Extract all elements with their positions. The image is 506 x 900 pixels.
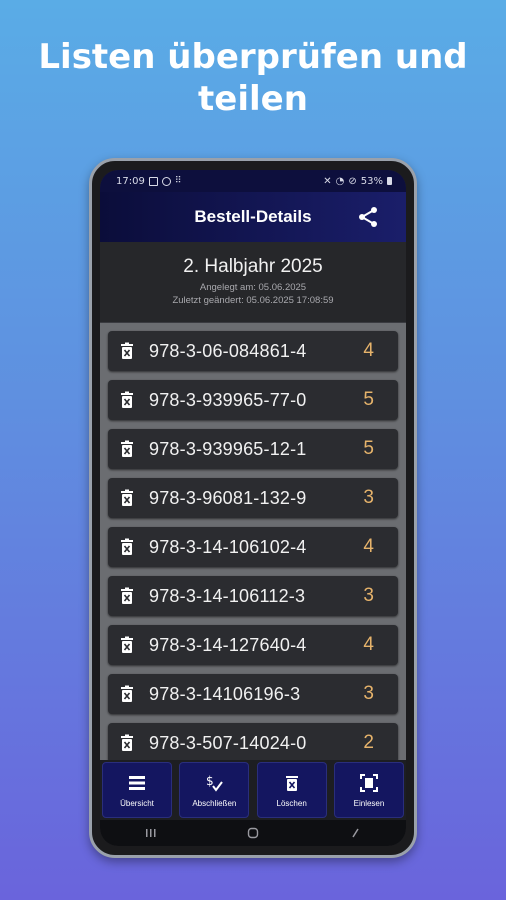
finish-button-label: Abschließen xyxy=(192,798,237,808)
finish-button[interactable]: $ Abschließen xyxy=(179,762,250,818)
promo-headline-line1: Listen überprüfen und xyxy=(38,37,468,77)
delete-button[interactable]: Löschen xyxy=(256,762,327,818)
item-isbn: 978-3-939965-12-1 xyxy=(149,438,307,459)
battery-icon xyxy=(387,177,392,185)
list-item[interactable]: 978-3-96081-132-9 3 xyxy=(108,478,398,518)
promo-headline-line2: teilen xyxy=(198,79,308,119)
order-created: Angelegt am: 05.06.2025 xyxy=(199,282,307,293)
notification-icon xyxy=(161,176,171,186)
delete-item-icon[interactable] xyxy=(118,636,136,654)
delete-button-label: Löschen xyxy=(276,798,307,808)
delete-item-icon[interactable] xyxy=(118,489,136,507)
back-icon[interactable] xyxy=(348,827,362,839)
overview-button[interactable]: Übersicht xyxy=(102,762,172,818)
recent-apps-icon[interactable] xyxy=(144,827,158,839)
order-title: 2. Halbjahr 2025 xyxy=(183,256,323,277)
delete-item-icon[interactable] xyxy=(118,538,136,556)
item-isbn: 978-3-14-106102-4 xyxy=(149,536,307,557)
alarm-icon: ⊘ xyxy=(348,175,357,187)
list-item[interactable]: 978-3-939965-12-1 5 xyxy=(108,429,398,469)
grid-icon: ⠿ xyxy=(174,176,182,186)
order-modified: Zuletzt geändert: 05.06.2025 17:08:59 xyxy=(172,295,334,306)
scan-button[interactable]: Einlesen xyxy=(333,762,404,818)
item-isbn: 978-3-507-14024-0 xyxy=(149,732,307,753)
status-bar: 17:09 ⠿ ✕ ◔ ⊘ 53% xyxy=(100,170,406,192)
app-bar-title: Bestell-Details xyxy=(194,207,312,226)
list-item[interactable]: 978-3-507-14024-0 2 xyxy=(108,723,398,763)
wifi-icon: ◔ xyxy=(335,175,345,187)
item-isbn: 978-3-14-106112-3 xyxy=(149,585,306,606)
item-quantity: 2 xyxy=(363,732,374,753)
item-quantity: 4 xyxy=(363,340,374,361)
app-screen: 17:09 ⠿ ✕ ◔ ⊘ 53% Bestell-Details 2. Hal… xyxy=(100,170,406,846)
item-isbn: 978-3-14-127640-4 xyxy=(149,634,307,655)
list-item[interactable]: 978-3-14106196-3 3 xyxy=(108,674,398,714)
list-item[interactable]: 978-3-14-106112-3 3 xyxy=(108,576,398,616)
item-quantity: 3 xyxy=(363,683,374,704)
battery-level: 53% xyxy=(360,175,383,187)
delete-item-icon[interactable] xyxy=(118,734,136,752)
svg-text:$: $ xyxy=(206,774,214,788)
item-isbn: 978-3-06-084861-4 xyxy=(149,340,307,361)
phone-frame: 17:09 ⠿ ✕ ◔ ⊘ 53% Bestell-Details 2. Hal… xyxy=(89,158,417,858)
system-nav-bar xyxy=(100,820,406,846)
promo-headline: Listen überprüfen und teilen xyxy=(0,36,506,120)
item-quantity: 5 xyxy=(363,389,374,410)
scan-button-label: Einlesen xyxy=(353,798,385,808)
delete-item-icon[interactable] xyxy=(118,685,136,703)
share-icon[interactable] xyxy=(356,205,380,229)
sign-check-icon: $ xyxy=(206,774,224,792)
home-icon[interactable] xyxy=(246,827,260,839)
item-isbn: 978-3-14106196-3 xyxy=(149,683,301,704)
item-quantity: 4 xyxy=(363,634,374,655)
scan-icon xyxy=(359,773,378,792)
delete-item-icon[interactable] xyxy=(118,391,136,409)
trash-icon xyxy=(285,775,298,791)
delete-item-icon[interactable] xyxy=(118,587,136,605)
delete-item-icon[interactable] xyxy=(118,440,136,458)
gallery-icon xyxy=(148,176,158,186)
list-item[interactable]: 978-3-06-084861-4 4 xyxy=(108,331,398,371)
delete-item-icon[interactable] xyxy=(118,342,136,360)
list-icon xyxy=(129,775,145,790)
item-isbn: 978-3-96081-132-9 xyxy=(149,487,307,508)
item-quantity: 4 xyxy=(363,536,374,557)
overview-button-label: Übersicht xyxy=(120,798,154,808)
list-item[interactable]: 978-3-939965-77-0 5 xyxy=(108,380,398,420)
item-list[interactable]: 978-3-06-084861-4 4 978-3-939965-77-0 5 xyxy=(100,323,406,763)
item-quantity: 3 xyxy=(363,487,374,508)
action-bar: Übersicht $ Abschließen Löschen Einlesen xyxy=(100,760,406,820)
list-item[interactable]: 978-3-14-127640-4 4 xyxy=(108,625,398,665)
list-item[interactable]: 978-3-14-106102-4 4 xyxy=(108,527,398,567)
order-header: 2. Halbjahr 2025 Angelegt am: 05.06.2025… xyxy=(100,242,406,323)
app-bar: Bestell-Details xyxy=(100,192,406,242)
mute-icon: ✕ xyxy=(323,175,332,187)
item-quantity: 3 xyxy=(363,585,374,606)
item-quantity: 5 xyxy=(363,438,374,459)
item-isbn: 978-3-939965-77-0 xyxy=(149,389,307,410)
status-time: 17:09 xyxy=(116,175,145,187)
